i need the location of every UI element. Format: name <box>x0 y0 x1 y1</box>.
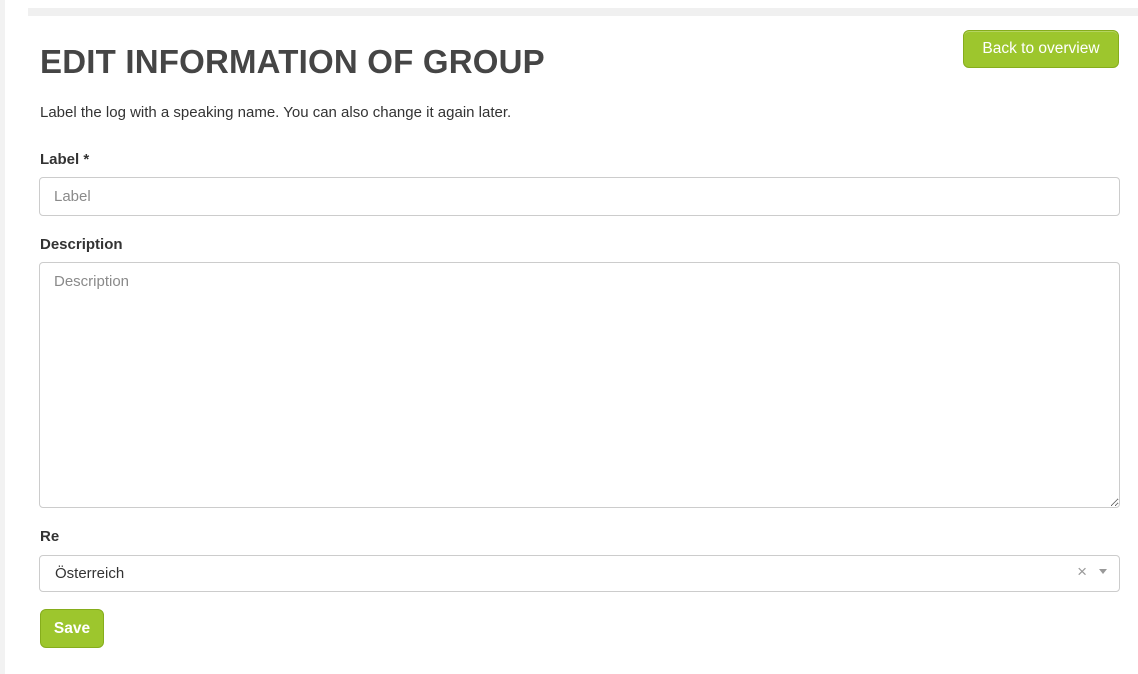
back-to-overview-button[interactable]: Back to overview <box>963 30 1119 68</box>
intro-text: Label the log with a speaking name. You … <box>40 104 512 121</box>
left-edge <box>0 0 5 674</box>
page-title: EDIT INFORMATION OF GROUP <box>40 43 545 80</box>
chevron-down-icon[interactable] <box>1099 569 1107 574</box>
top-strip <box>28 8 1138 16</box>
save-button[interactable]: Save <box>40 609 104 648</box>
region-field-label: Re <box>40 528 60 545</box>
description-textarea[interactable] <box>39 262 1120 508</box>
label-field-label: Label * <box>40 151 90 168</box>
region-selected-value: Österreich <box>55 565 125 582</box>
label-input[interactable] <box>39 177 1120 216</box>
region-select[interactable]: Österreich × <box>39 555 1120 592</box>
description-field-label: Description <box>40 236 123 253</box>
close-icon[interactable]: × <box>1077 562 1087 582</box>
